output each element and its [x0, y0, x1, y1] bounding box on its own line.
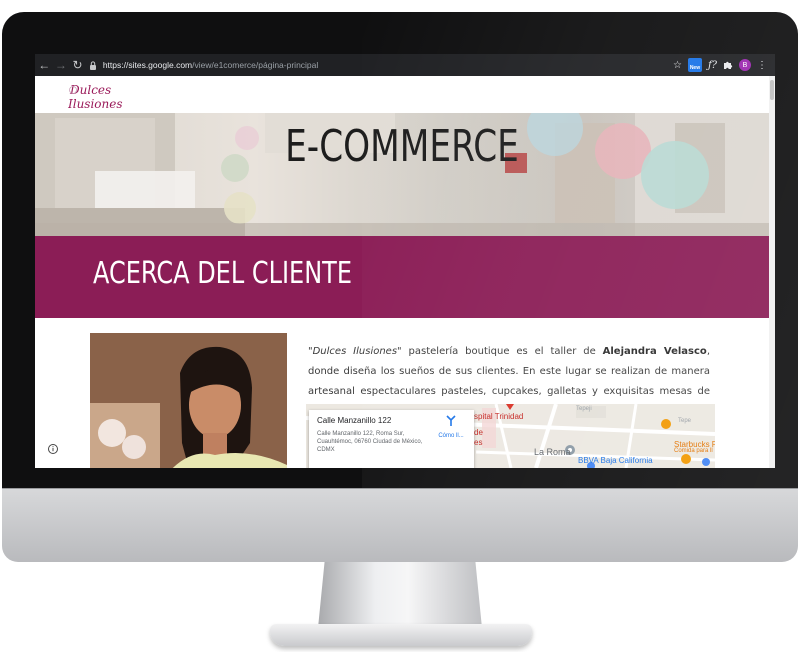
dulces-ilusiones-logo[interactable]: Dulces Ilusiones — [68, 81, 128, 111]
client-portrait-photo — [90, 333, 287, 468]
about-client-banner: ACERCA DEL CLIENTE — [35, 236, 769, 318]
map-label-tepeji-2: Tepe — [678, 418, 692, 424]
site-header: Dulces Ilusiones — [35, 76, 775, 113]
browser-actions: ☆ New ƒ? B ⋮ — [673, 58, 775, 72]
about-content-section: "Dulces Ilusiones" pastelería boutique e… — [35, 318, 769, 468]
lock-icon — [89, 60, 97, 70]
reload-icon[interactable]: ↻ — [70, 54, 85, 76]
owner-name-text: Alejandra Velasco — [602, 346, 707, 357]
page-scrollbar[interactable] — [769, 76, 775, 468]
kebab-menu-icon[interactable]: ⋮ — [757, 58, 767, 72]
map-label-tepeji-1: Tepeji — [576, 406, 592, 412]
map-place-card: Calle Manzanillo 122 Calle Manzanillo 12… — [309, 410, 474, 468]
place-address: Calle Manzanillo 122, Roma Sur, Cuauhtém… — [317, 431, 423, 453]
star-bookmark-icon[interactable]: ☆ — [673, 58, 682, 72]
svg-text:Ilusiones: Ilusiones — [68, 97, 123, 111]
hero-title: E-COMMERCE — [285, 121, 519, 172]
monitor-screen: ← → ↻ https://sites.google.com/view/e1co… — [35, 54, 775, 468]
forward-arrow-icon[interactable]: → — [54, 54, 69, 76]
map-label-la-roma: La Roma — [534, 447, 571, 457]
extension-new-icon[interactable]: New — [687, 58, 702, 72]
profile-avatar[interactable]: B — [739, 59, 752, 71]
map-label-starbucks-sub: Comida para ll — [674, 448, 713, 454]
portrait-illustration — [90, 333, 287, 468]
info-icon[interactable] — [47, 442, 59, 454]
directions-icon — [446, 415, 456, 426]
url-path: /view/e1comerce/página-principal — [192, 60, 319, 70]
puzzle-extensions-icon[interactable] — [723, 58, 733, 72]
address-bar[interactable]: https://sites.google.com/view/e1comerce/… — [89, 57, 673, 73]
monitor-chin — [2, 488, 798, 562]
directions-label: Cómo ll... — [438, 433, 464, 439]
desc-text-1: pastelería boutique es el taller de — [401, 346, 603, 357]
banner-title: ACERCA DEL CLIENTE — [93, 256, 352, 291]
scrollbar-thumb[interactable] — [770, 80, 774, 100]
url-host: https://sites.google.com — [102, 60, 193, 70]
svg-text:Dulces: Dulces — [69, 83, 111, 97]
extension-f-icon[interactable]: ƒ? — [708, 58, 717, 72]
browser-toolbar: ← → ↻ https://sites.google.com/view/e1co… — [35, 54, 775, 76]
map-label-bbva: BBVA Baja California — [578, 456, 653, 465]
map-label-de: de — [474, 428, 483, 437]
map-label-hospital: spital Trinidad — [474, 412, 524, 421]
hero-banner-image: E-COMMERCE — [35, 113, 769, 236]
directions-button[interactable]: Cómo ll... — [431, 414, 471, 439]
monitor-stand-neck — [318, 562, 482, 628]
embedded-google-map[interactable]: spital Trinidad de es La Roma BBVA Baja … — [306, 404, 715, 468]
brand-name-text: "Dulces Ilusiones" — [308, 346, 402, 357]
back-arrow-icon[interactable]: ← — [37, 54, 52, 76]
map-label-es: es — [474, 438, 483, 447]
monitor-stand-base — [270, 624, 532, 646]
imac-monitor: ← → ↻ https://sites.google.com/view/e1co… — [2, 12, 798, 562]
place-title: Calle Manzanillo 122 — [317, 416, 392, 425]
